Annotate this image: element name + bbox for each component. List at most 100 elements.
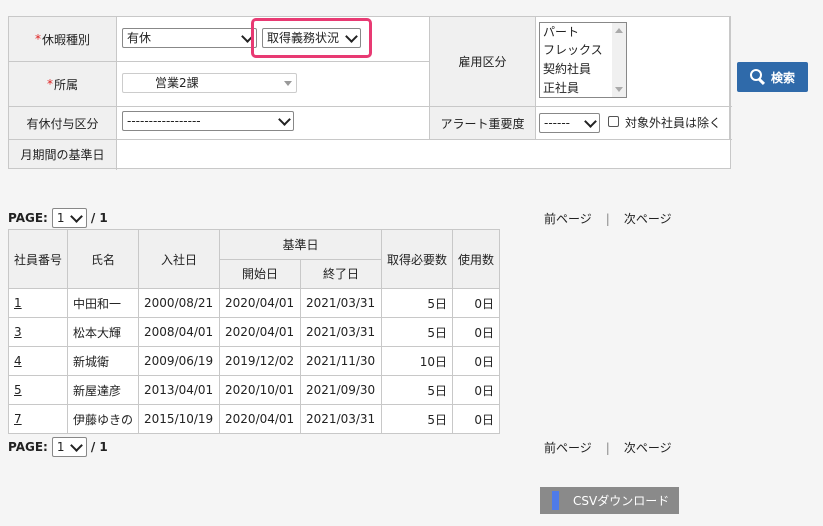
start-date: 2019/12/02 xyxy=(219,346,302,376)
employment-option[interactable]: パート xyxy=(543,24,579,40)
department-label: 所属 xyxy=(53,77,78,92)
required-days: 5日 xyxy=(381,404,454,434)
leave-type-label-cell: * 休暇種別 xyxy=(9,17,116,61)
page-select-value: 1 xyxy=(56,211,65,225)
col-base-date: 基準日 xyxy=(219,229,383,260)
join-date: 2013/04/01 xyxy=(138,375,221,405)
scroll-down-icon[interactable] xyxy=(615,87,623,92)
page-nav-top: 前ページ | 次ページ xyxy=(544,210,672,227)
prev-page-link[interactable]: 前ページ xyxy=(544,212,592,226)
page-label: PAGE: xyxy=(8,211,48,225)
emp-no-link[interactable]: 1 xyxy=(14,296,22,310)
grant-type-value: ----------------- xyxy=(127,114,201,128)
required-days: 5日 xyxy=(381,375,454,405)
end-date: 2021/03/31 xyxy=(300,288,383,318)
required-mark: * xyxy=(46,77,53,91)
emp-no-link[interactable]: 3 xyxy=(14,325,22,339)
employment-label: 雇用区分 xyxy=(458,55,507,69)
exclude-label: 対象外社員は除く xyxy=(625,116,722,130)
employment-option[interactable]: 正社員 xyxy=(543,80,579,96)
used-days: 0日 xyxy=(452,375,501,405)
page-select-value: 1 xyxy=(56,440,65,454)
listbox-scrollbar[interactable] xyxy=(612,23,626,97)
prev-page-link[interactable]: 前ページ xyxy=(544,441,592,455)
employment-label-cell: 雇用区分 xyxy=(430,17,535,106)
page-select[interactable]: 1 xyxy=(51,437,87,457)
highlight-frame xyxy=(251,18,372,58)
used-days: 0日 xyxy=(452,346,501,376)
grant-type-label: 有休付与区分 xyxy=(26,116,99,131)
join-date: 2015/10/19 xyxy=(138,404,221,434)
leave-type-select[interactable]: 有休 xyxy=(122,28,257,48)
page-total: / 1 xyxy=(90,211,108,225)
join-date: 2008/04/01 xyxy=(138,317,221,347)
page-select[interactable]: 1 xyxy=(51,208,87,228)
table-row: 4 新城衛 2009/06/19 2019/12/02 2021/11/30 1… xyxy=(7,346,501,376)
required-days: 10日 xyxy=(381,346,454,376)
exclude-checkbox[interactable] xyxy=(608,116,619,127)
nav-separator: | xyxy=(605,441,610,455)
dropdown-arrow-icon xyxy=(284,81,292,86)
start-date: 2020/04/01 xyxy=(219,288,302,318)
emp-name: 新屋達彦 xyxy=(67,375,140,405)
emp-no-link[interactable]: 5 xyxy=(14,383,22,397)
table-row: 7 伊藤ゆきの 2015/10/19 2020/04/01 2021/03/31… xyxy=(7,404,501,434)
end-date: 2021/09/30 xyxy=(300,375,383,405)
col-start-date: 開始日 xyxy=(219,258,302,289)
start-date: 2020/10/01 xyxy=(219,375,302,405)
csv-download-button[interactable]: CSVダウンロード xyxy=(540,487,679,514)
emp-name: 松本大輝 xyxy=(67,317,140,347)
search-button[interactable]: 検索 xyxy=(737,62,808,92)
csv-download-label: CSVダウンロード xyxy=(573,494,670,508)
department-label-cell: * 所属 xyxy=(9,62,116,106)
col-end-date: 終了日 xyxy=(300,258,383,289)
employment-option[interactable]: 契約社員 xyxy=(543,61,591,77)
leave-type-label: 休暇種別 xyxy=(41,32,90,47)
employment-option[interactable]: フレックス xyxy=(543,42,603,58)
table-row: 3 松本大輝 2008/04/01 2020/04/01 2021/03/31 … xyxy=(7,317,501,347)
required-days: 5日 xyxy=(381,288,454,318)
alert-level-select[interactable]: ------ xyxy=(539,113,600,133)
emp-no-link[interactable]: 7 xyxy=(14,412,22,426)
col-used: 使用数 xyxy=(452,229,501,289)
leave-type-value: 有休 xyxy=(127,31,152,45)
col-join-date: 入社日 xyxy=(138,229,221,289)
employment-listbox[interactable]: パート フレックス 契約社員 正社員 xyxy=(539,22,627,98)
emp-no-link[interactable]: 4 xyxy=(14,354,22,368)
nav-separator: | xyxy=(605,212,610,226)
required-days: 5日 xyxy=(381,317,454,347)
search-button-label: 検索 xyxy=(770,70,795,85)
join-date: 2000/08/21 xyxy=(138,288,221,318)
used-days: 0日 xyxy=(452,404,501,434)
join-date: 2009/06/19 xyxy=(138,346,221,376)
end-date: 2021/03/31 xyxy=(300,404,383,434)
alert-level-value: ------ xyxy=(544,116,570,130)
department-value: 営業2課 xyxy=(155,76,199,90)
base-date-label-cell: 月期間の基準日 xyxy=(9,140,116,168)
col-emp-no: 社員番号 xyxy=(7,229,69,289)
grant-type-select[interactable]: ----------------- xyxy=(122,111,294,131)
start-date: 2020/04/01 xyxy=(219,404,302,434)
end-date: 2021/11/30 xyxy=(300,346,383,376)
next-page-link[interactable]: 次ページ xyxy=(624,441,672,455)
paging-top: PAGE: 1 / 1 xyxy=(8,208,108,228)
page-total: / 1 xyxy=(90,440,108,454)
page-label: PAGE: xyxy=(8,440,48,454)
results-table: 社員番号 氏名 入社日 基準日 取得必要数 使用数 開始日 終了日 1 中田和一… xyxy=(7,229,501,434)
chevron-down-icon xyxy=(278,113,291,126)
base-date-label: 月期間の基準日 xyxy=(20,147,105,162)
scroll-up-icon[interactable] xyxy=(615,28,623,33)
alert-label-cell: アラート重要度 xyxy=(430,107,535,139)
chevron-down-icon xyxy=(69,439,83,452)
start-date: 2020/04/01 xyxy=(219,317,302,347)
used-days: 0日 xyxy=(452,317,501,347)
search-icon xyxy=(749,69,766,85)
col-required: 取得必要数 xyxy=(381,229,454,289)
end-date: 2021/03/31 xyxy=(300,317,383,347)
department-select[interactable]: 営業2課 xyxy=(122,73,297,93)
download-icon xyxy=(552,491,559,510)
next-page-link[interactable]: 次ページ xyxy=(624,212,672,226)
emp-name: 伊藤ゆきの xyxy=(67,404,140,434)
emp-name: 新城衛 xyxy=(67,346,140,376)
col-name: 氏名 xyxy=(67,229,140,289)
